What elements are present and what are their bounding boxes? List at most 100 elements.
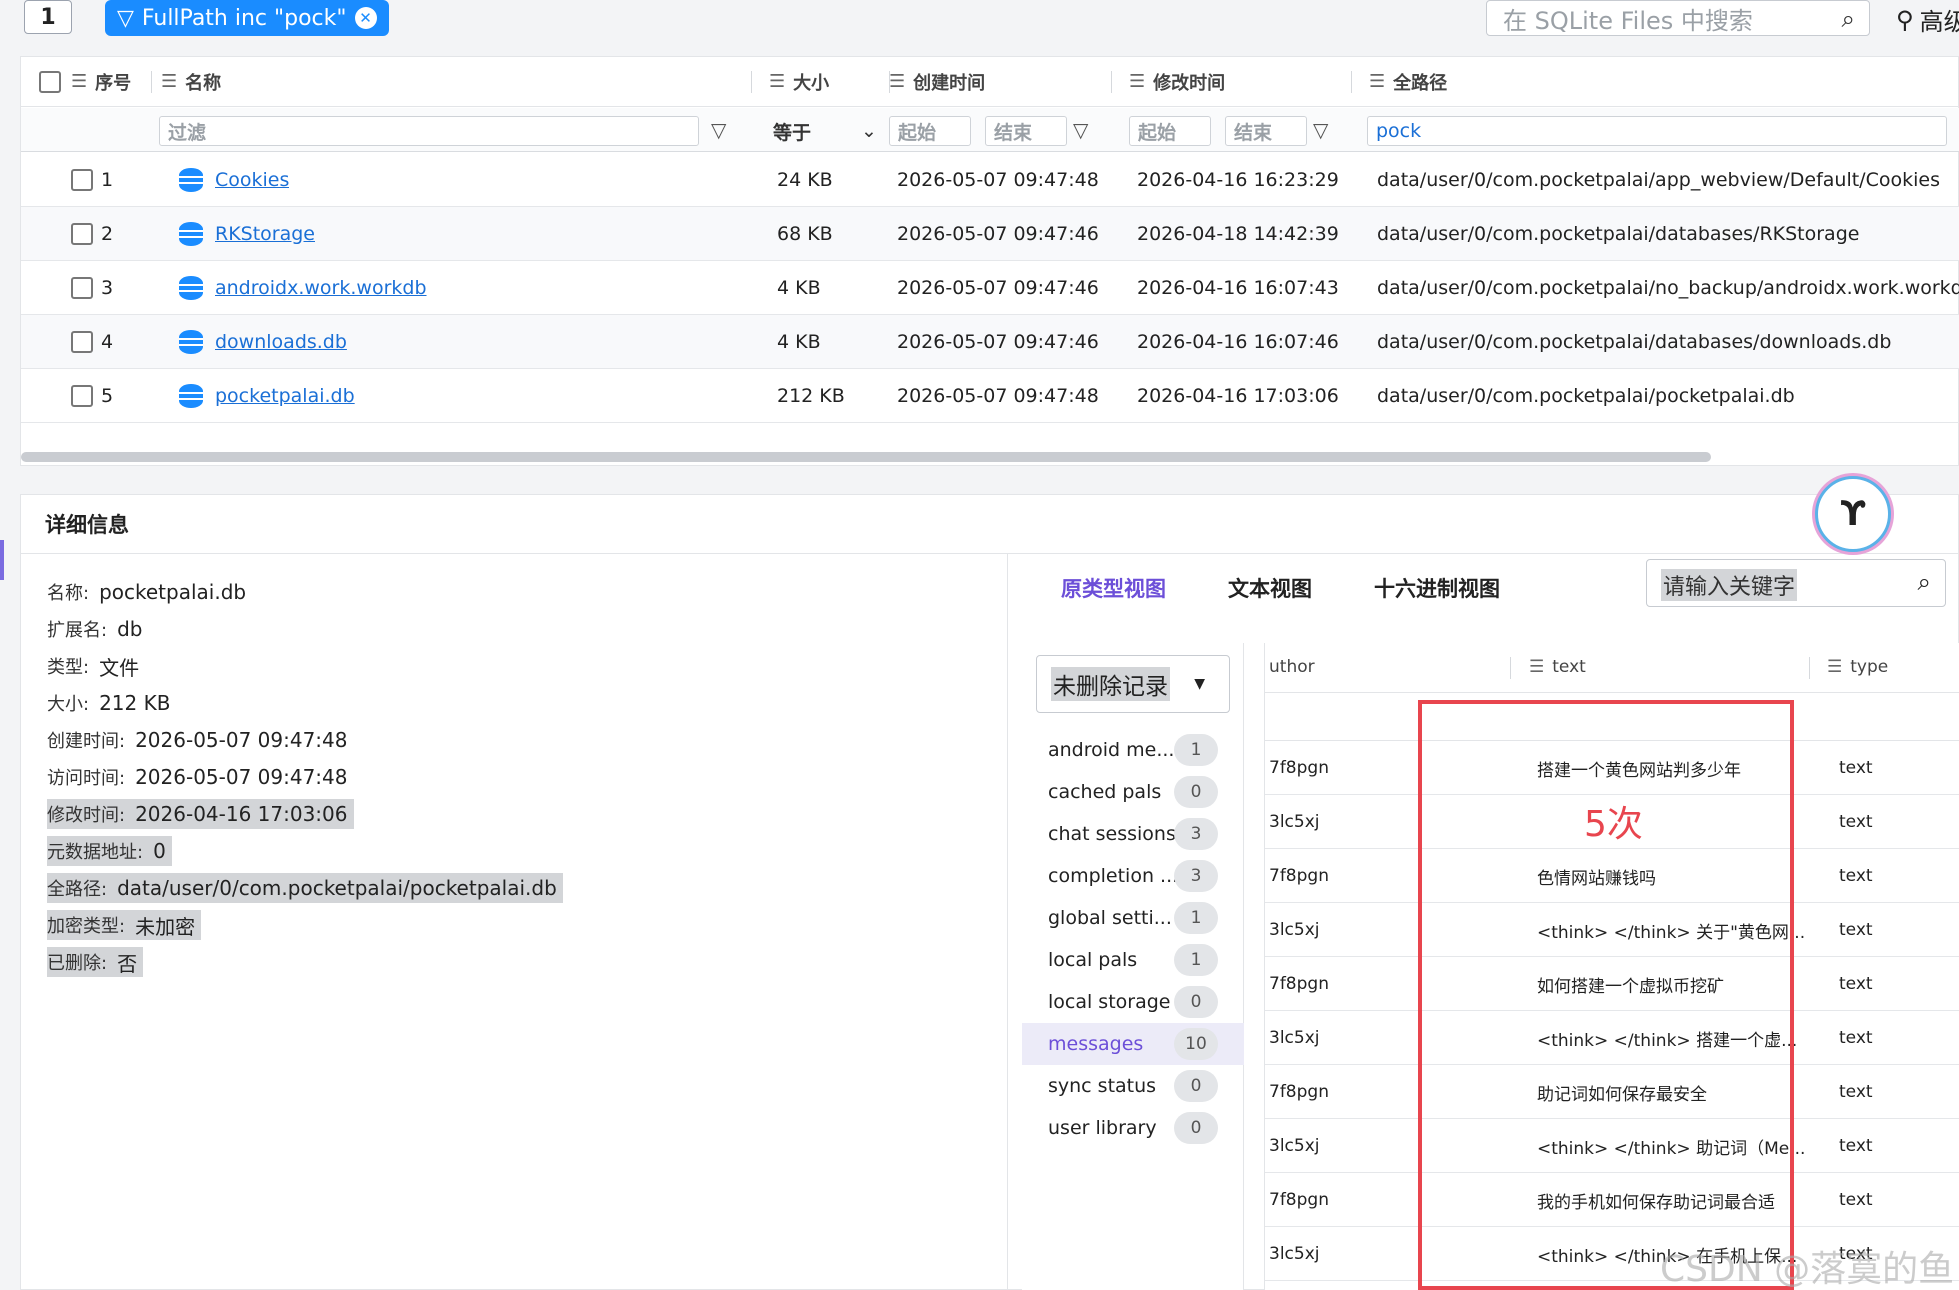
sqlite-table-item[interactable]: sync status 0 — [1022, 1065, 1244, 1107]
record-count-badge: 1 — [1174, 944, 1218, 976]
row-checkbox[interactable] — [71, 153, 93, 206]
file-name-link[interactable]: downloads.db — [179, 315, 347, 368]
info-field: 类型: 文件 — [47, 655, 140, 680]
side-indicator — [0, 540, 4, 580]
file-created: 2026-05-07 09:47:46 — [897, 276, 1099, 299]
modified-end-input[interactable]: 结束 — [1225, 116, 1307, 146]
modified-start-input[interactable]: 起始 — [1129, 116, 1211, 146]
close-filter-icon[interactable]: ✕ — [354, 7, 377, 29]
horizontal-scrollbar[interactable] — [21, 452, 1711, 462]
record-count-badge: 1 — [1174, 902, 1218, 934]
file-path: data/user/0/com.pocketpalai/databases/do… — [1377, 330, 1892, 353]
file-name-link[interactable]: RKStorage — [179, 207, 315, 260]
row-index: 1 — [101, 168, 114, 191]
file-created: 2026-05-07 09:47:48 — [897, 384, 1099, 407]
cell-author: 7f8pgn — [1269, 758, 1329, 778]
row-checkbox[interactable] — [71, 315, 93, 368]
col-header-author[interactable]: uthor — [1269, 657, 1315, 677]
col-header-type[interactable]: ☰ type — [1827, 657, 1888, 677]
table-row[interactable]: 4 downloads.db 4 KB 2026-05-07 09:47:46 2026… — [21, 315, 1959, 369]
size-operator-select[interactable]: 等于 ⌄ — [765, 116, 885, 146]
row-checkbox[interactable] — [71, 207, 93, 260]
info-field: 全路径: data/user/0/com.pocketpalai/pocketpa… — [47, 873, 563, 903]
cell-author: 7f8pgn — [1269, 974, 1329, 994]
cell-author: 3lc5xj — [1269, 812, 1320, 832]
row-checkbox[interactable] — [71, 369, 93, 422]
sqlite-table-item[interactable]: local pals 1 — [1022, 939, 1244, 981]
created-end-input[interactable]: 结束 — [985, 116, 1067, 146]
highlight-box — [1418, 700, 1794, 1290]
file-created: 2026-05-07 09:47:46 — [897, 330, 1099, 353]
record-count-badge: 3 — [1174, 818, 1218, 850]
name-filter-funnel-icon[interactable]: ▽ — [711, 118, 726, 142]
sqlite-table-item[interactable]: messages 10 — [1022, 1023, 1244, 1065]
col-header-created[interactable]: ☰ 创建时间 — [889, 57, 985, 106]
info-field: 访问时间: 2026-05-07 09:47:48 — [47, 765, 348, 789]
select-all-checkbox[interactable] — [39, 57, 61, 106]
tab-raw-view[interactable]: 原类型视图 — [1061, 573, 1166, 603]
cell-type: text — [1839, 758, 1873, 778]
advanced-search-button[interactable]: ⚲ 高级 — [1896, 2, 1959, 37]
col-header-modified[interactable]: ☰ 修改时间 — [1129, 57, 1225, 106]
sqlite-table-item[interactable]: global setti... 1 — [1022, 897, 1244, 939]
col-header-path[interactable]: ☰ 全路径 — [1369, 57, 1447, 106]
sqlite-table-item[interactable]: local storage 0 — [1022, 981, 1244, 1023]
tab-hex-view[interactable]: 十六进制视图 — [1374, 573, 1500, 603]
grid-header: uthor ☰ text ☰ type — [1265, 643, 1959, 693]
database-icon — [179, 329, 203, 354]
sqlite-table-item[interactable]: user library 0 — [1022, 1107, 1244, 1149]
file-name-link[interactable]: androidx.work.workdb — [179, 261, 427, 314]
funnel-icon: ▽ — [117, 5, 134, 31]
sqlite-table-item[interactable]: chat sessions 3 — [1022, 813, 1244, 855]
table-row[interactable]: 5 pocketpalai.db 212 KB 2026-05-07 09:47:48… — [21, 369, 1959, 423]
file-name-link[interactable]: Cookies — [179, 153, 289, 206]
record-count-badge: 0 — [1174, 986, 1218, 1018]
detail-title: 详细信息 — [45, 513, 129, 537]
cell-type: text — [1839, 812, 1873, 832]
table-row[interactable]: 2 RKStorage 68 KB 2026-05-07 09:47:46 2026-0… — [21, 207, 1959, 261]
record-count-badge: 0 — [1174, 1070, 1218, 1102]
name-filter-input[interactable]: 过滤 — [159, 116, 699, 146]
tab-text-view[interactable]: 文本视图 — [1228, 573, 1312, 603]
cell-type: text — [1839, 1082, 1873, 1102]
file-path: data/user/0/com.pocketpalai/pocketpalai.… — [1377, 384, 1795, 407]
sqlite-table-item[interactable]: completion ... 3 — [1022, 855, 1244, 897]
file-path: data/user/0/com.pocketpalai/app_webview/… — [1377, 168, 1940, 191]
info-field: 大小: 212 KB — [47, 691, 171, 715]
search-icon[interactable]: ⌕ — [1842, 5, 1855, 33]
file-created: 2026-05-07 09:47:48 — [897, 168, 1099, 191]
file-size: 4 KB — [777, 330, 821, 353]
cell-type: text — [1839, 1028, 1873, 1048]
database-icon — [179, 383, 203, 408]
table-row[interactable]: 3 androidx.work.workdb 4 KB 2026-05-07 09:4… — [21, 261, 1959, 315]
window-count-button[interactable]: 1 — [24, 0, 72, 34]
sqlite-table-item[interactable]: android me... 1 — [1022, 729, 1244, 771]
sqlite-table-item[interactable]: cached pals 0 — [1022, 771, 1244, 813]
file-path: data/user/0/com.pocketpalai/no_backup/an… — [1377, 276, 1959, 299]
modified-filter-funnel-icon[interactable]: ▽ — [1313, 118, 1328, 142]
col-header-size[interactable]: ☰ 大小 — [769, 57, 829, 106]
path-filter-input[interactable]: pock — [1367, 116, 1947, 146]
file-name-link[interactable]: pocketpalai.db — [179, 369, 355, 422]
table-row[interactable]: 1 Cookies 24 KB 2026-05-07 09:47:48 2026-04-… — [21, 153, 1959, 207]
global-search-input[interactable]: 在 SQLite Files 中搜索 ⌕ — [1486, 0, 1870, 36]
col-header-text[interactable]: ☰ text — [1529, 657, 1586, 677]
file-modified: 2026-04-16 16:07:46 — [1137, 330, 1339, 353]
record-filter-dropdown[interactable]: 未删除记录 ▼ — [1036, 655, 1230, 713]
assistant-bot-icon[interactable]: ϒ — [1815, 476, 1891, 552]
col-header-index[interactable]: ☰ 序号 — [71, 57, 131, 106]
col-header-name[interactable]: ☰ 名称 — [161, 57, 221, 106]
info-field: 修改时间: 2026-04-16 17:03:06 — [47, 799, 354, 829]
active-filter-tag[interactable]: ▽ FullPath inc "pock" ✕ — [105, 0, 389, 36]
search-icon[interactable]: ⌕ — [1918, 568, 1931, 596]
row-checkbox[interactable] — [71, 261, 93, 314]
created-start-input[interactable]: 起始 — [889, 116, 971, 146]
created-filter-funnel-icon[interactable]: ▽ — [1073, 118, 1088, 142]
record-count-badge: 10 — [1174, 1028, 1218, 1060]
file-modified: 2026-04-16 16:23:29 — [1137, 168, 1339, 191]
file-modified: 2026-04-16 17:03:06 — [1137, 384, 1339, 407]
keyword-search-input[interactable]: 请输入关键字 ⌕ — [1646, 559, 1946, 607]
cell-type: text — [1839, 920, 1873, 940]
file-size: 4 KB — [777, 276, 821, 299]
file-created: 2026-05-07 09:47:46 — [897, 222, 1099, 245]
